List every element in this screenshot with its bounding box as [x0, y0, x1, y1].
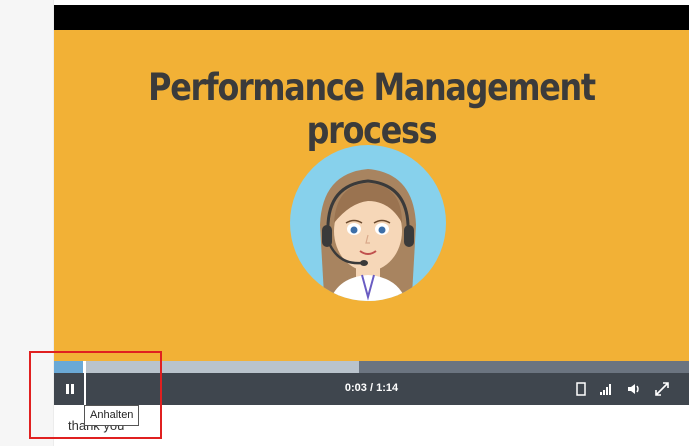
fullscreen-toggle-icon[interactable] — [573, 381, 589, 397]
volume-icon[interactable] — [626, 381, 642, 397]
quality-signal-icon[interactable] — [598, 381, 614, 397]
progress-played — [54, 361, 83, 373]
video-frame[interactable]: Performance Management process — [54, 30, 689, 361]
video-title: Performance Management process — [148, 66, 596, 152]
player-controls-bar: 0:03 / 1:14 — [54, 373, 689, 405]
pause-tooltip: Anhalten — [84, 405, 140, 426]
progress-buffered — [54, 361, 359, 373]
support-agent-avatar-icon — [290, 145, 446, 301]
progress-bar[interactable] — [54, 361, 689, 373]
page-left-gutter — [0, 0, 54, 446]
video-player[interactable]: Performance Management process 0:03 / 1:… — [54, 5, 689, 405]
scrub-handle[interactable] — [82, 361, 86, 373]
expand-icon[interactable] — [654, 381, 670, 397]
time-display: 0:03 / 1:14 — [344, 382, 399, 394]
